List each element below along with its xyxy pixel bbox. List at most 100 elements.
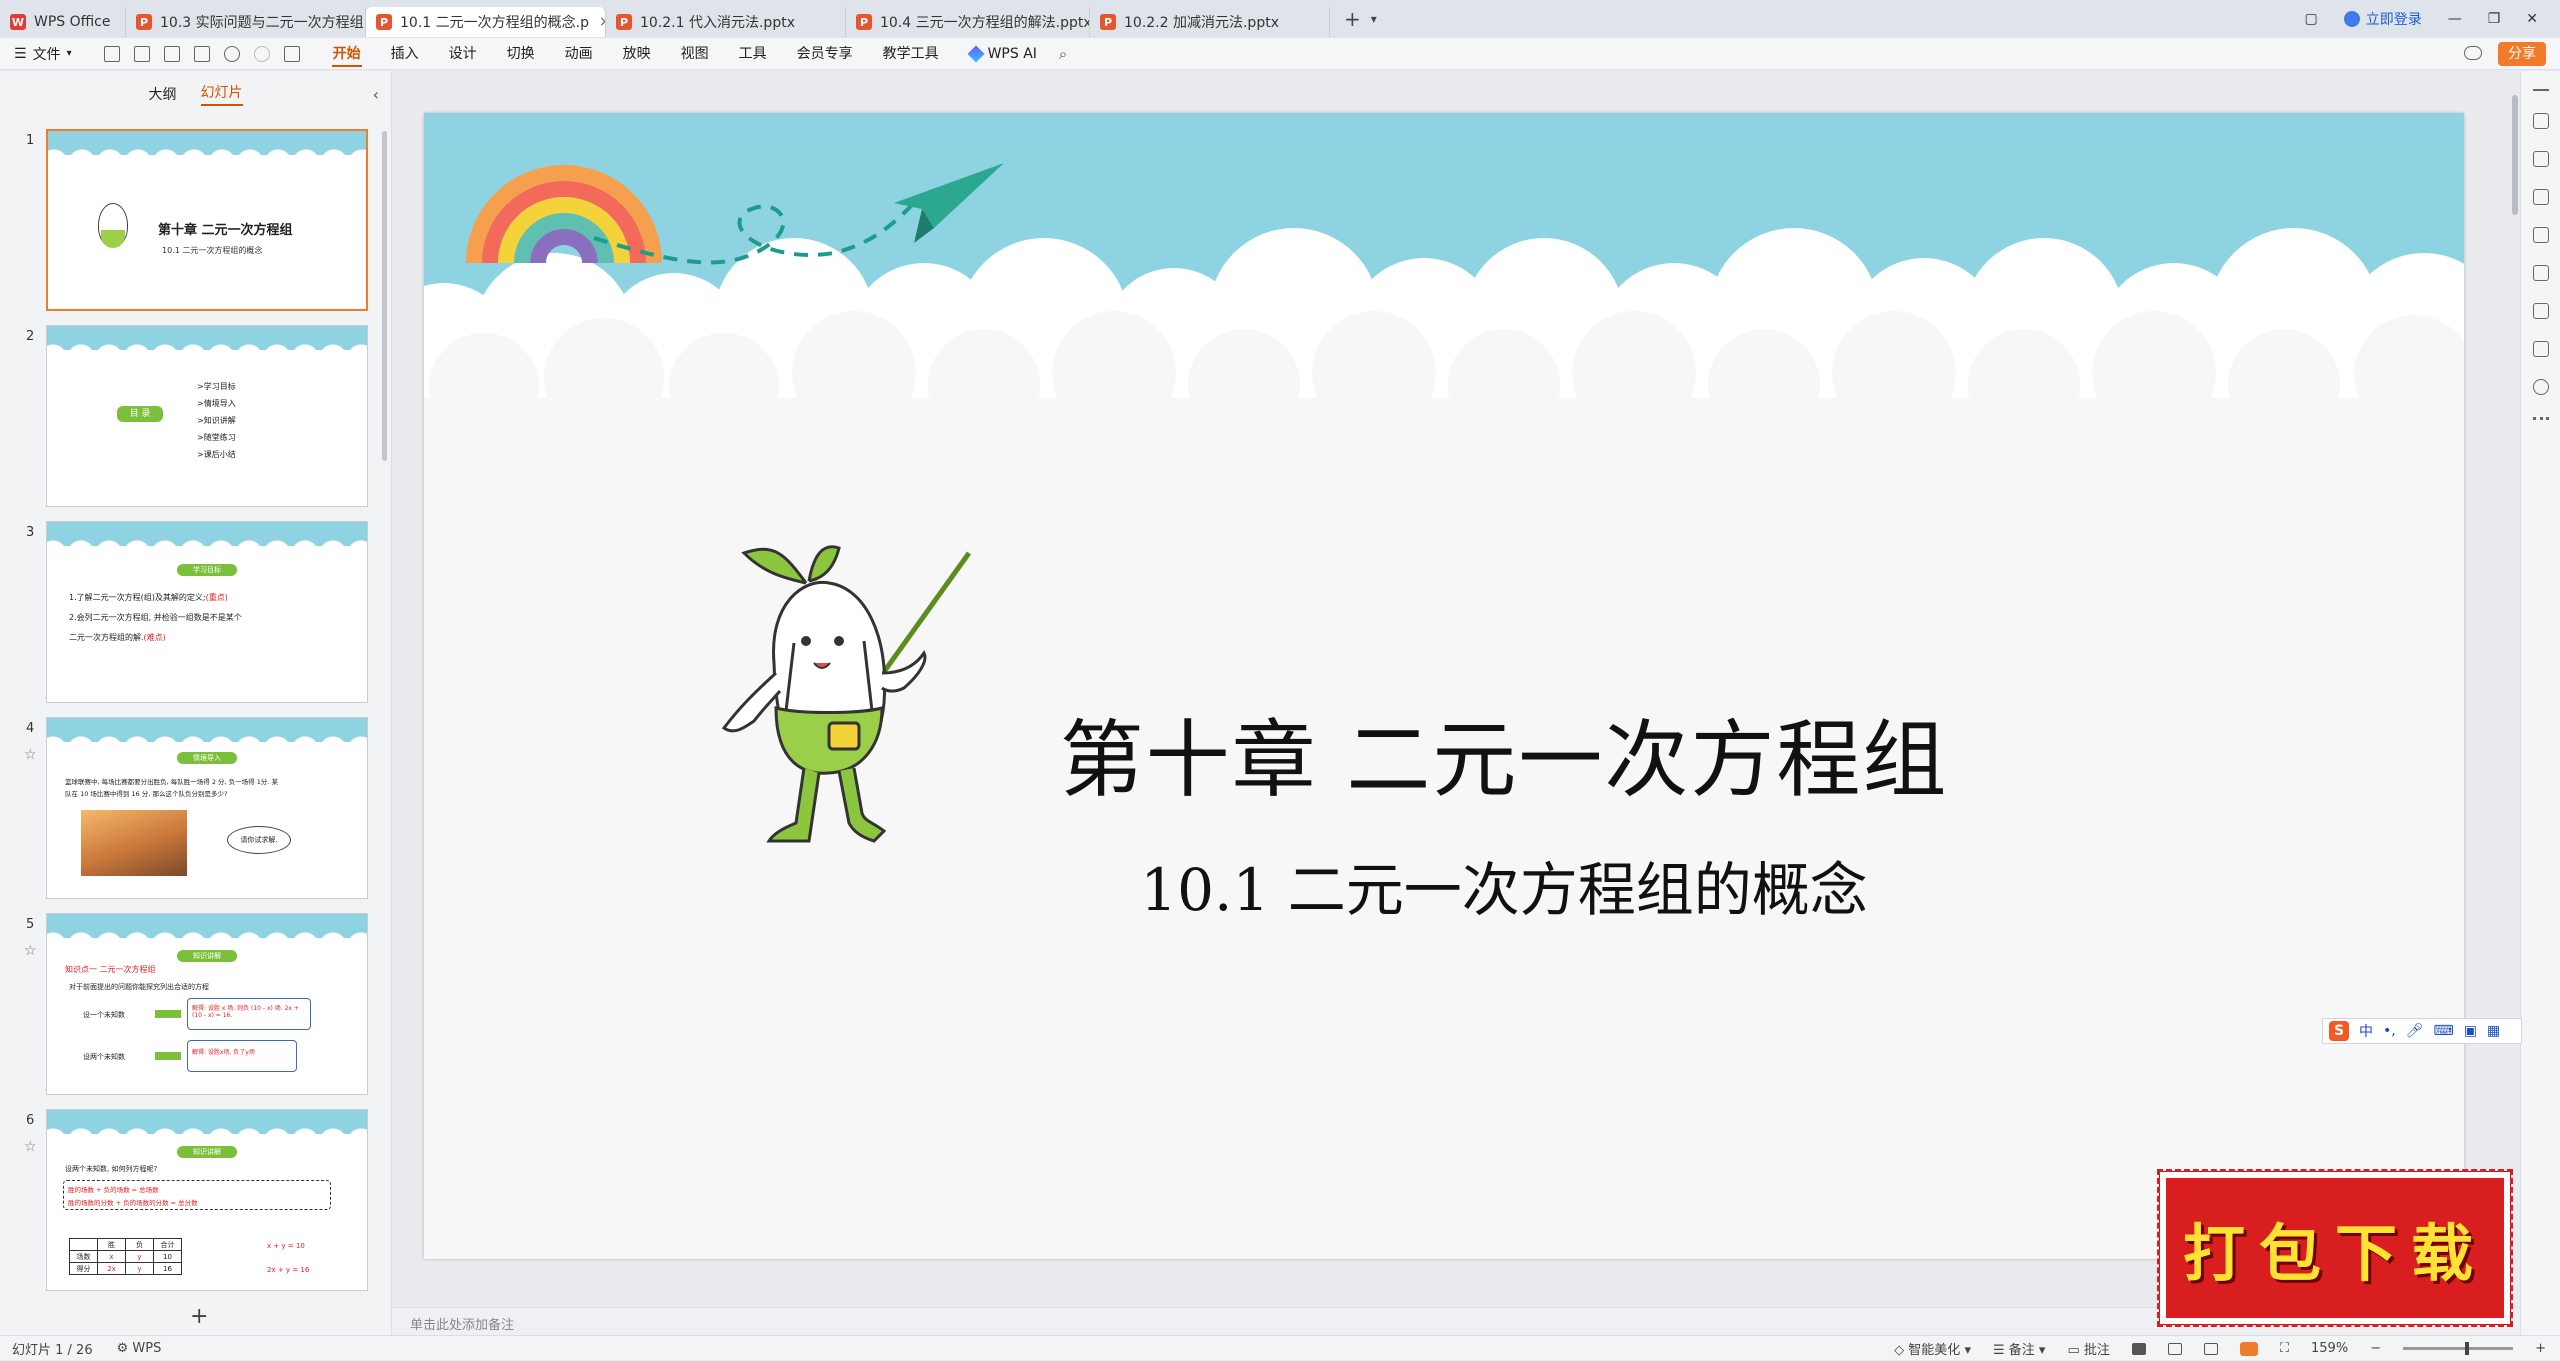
minimize-icon[interactable]: — (2448, 11, 2462, 27)
menu-insert[interactable]: 插入 (376, 38, 434, 70)
wps-ai-button[interactable]: WPS AI (954, 45, 1053, 62)
tab-document[interactable]: P 10.3 实际问题与二元一次方程组 (126, 7, 366, 37)
notes-toggle[interactable]: ☰ 备注 ▾ (1993, 1339, 2045, 1358)
slide-thumbnail-row[interactable]: 4 ☆ 情境导入 篮球联赛中, 每场比赛都要分出胜负, 每队胜一场得 2 分, … (0, 717, 392, 913)
menu-transition[interactable]: 切换 (492, 38, 550, 70)
normal-view-icon[interactable] (2131, 1342, 2146, 1355)
export-icon[interactable] (133, 45, 150, 62)
comment-button[interactable]: ▭ 批注 (2067, 1339, 2109, 1358)
search-icon[interactable]: ⌕ (1053, 45, 1067, 63)
punctuation-icon[interactable]: •, (2383, 1023, 2396, 1039)
panel-icon[interactable] (2532, 303, 2549, 319)
zoom-out-icon[interactable]: − (2370, 1341, 2381, 1356)
tab-wps-office[interactable]: W WPS Office (0, 7, 126, 37)
slide-thumbnail-row[interactable]: 1 第十章 二元一次方程组 10.1 二元一次方程组的概念 (0, 129, 392, 325)
copy-icon[interactable] (2532, 189, 2549, 205)
share-button[interactable]: 分享 (2498, 42, 2546, 66)
ime-language[interactable]: 中 (2359, 1021, 2373, 1041)
apps-icon[interactable]: ▦ (2487, 1023, 2500, 1039)
slide-thumbnail[interactable]: 知识讲解 知识点一 二元一次方程组 对于前面提出的问题你能探究列出合适的方程 设… (46, 913, 368, 1095)
magic-icon[interactable] (2532, 265, 2549, 281)
beautify-button[interactable]: ◇ 智能美化 ▾ (1894, 1339, 1971, 1358)
slide-thumbnail[interactable]: 知识讲解 设两个未知数, 如何列方程呢? 胜的场数 + 负的场数 = 总场数 胜… (46, 1109, 368, 1291)
skin-icon[interactable]: ▣ (2464, 1023, 2477, 1039)
slide-thumbnail[interactable]: 情境导入 篮球联赛中, 每场比赛都要分出胜负, 每队胜一场得 2 分, 负一场得… (46, 717, 368, 899)
menu-animation[interactable]: 动画 (550, 38, 608, 70)
close-icon[interactable]: × (599, 14, 605, 30)
cloud-icon[interactable] (2464, 46, 2482, 60)
play-slideshow-icon[interactable] (2239, 1341, 2258, 1356)
star-icon[interactable]: ☆ (24, 1139, 37, 1155)
login-button[interactable]: 立即登录 (2343, 9, 2422, 29)
menu-tools[interactable]: 工具 (724, 38, 782, 70)
toc-badge: 目 录 (117, 406, 163, 422)
help-icon[interactable] (2532, 379, 2549, 395)
slide-subtitle[interactable]: 10.1 二元一次方程组的概念 (784, 843, 2224, 927)
tab-slides[interactable]: 幻灯片 (200, 82, 243, 106)
edit-icon[interactable] (2532, 227, 2549, 243)
ime-toolbar[interactable]: S 中 •, 🎤︎ ⌨︎ ▣ ▦ (2322, 1018, 2522, 1044)
zoom-level[interactable]: 159% (2311, 1341, 2348, 1356)
more-icon[interactable] (2532, 417, 2549, 420)
zoom-slider[interactable] (2403, 1342, 2514, 1355)
document-icon[interactable] (2532, 341, 2549, 357)
slide-thumbnail-row[interactable]: 3 学习目标 1.了解二元一次方程(组)及其解的定义;(重点) 2.会列二元一次… (0, 521, 392, 717)
close-window-icon[interactable]: ✕ (2526, 11, 2538, 27)
file-menu[interactable]: ☰ 文件 ▾ (0, 44, 86, 64)
format-painter-icon[interactable] (283, 45, 300, 62)
slide-thumbnail[interactable]: 第十章 二元一次方程组 10.1 二元一次方程组的概念 (46, 129, 368, 311)
slide-title[interactable]: 第十章 二元一次方程组 (784, 693, 2224, 814)
fit-window-icon[interactable]: ⛶ (2280, 1341, 2289, 1356)
slide-thumbnail-row[interactable]: 2 目 录 >学习目标 >情境导入 >知识讲解 >随堂练习 >课后小结 (0, 325, 392, 521)
thumb-subtitle: 10.1 二元一次方程组的概念 (162, 246, 263, 255)
print-icon[interactable] (163, 45, 180, 62)
toc-item: >课后小结 (197, 450, 236, 459)
menu-teaching-tools[interactable]: 教学工具 (868, 38, 954, 70)
window-icon[interactable]: ▢ (2304, 11, 2317, 27)
microphone-icon[interactable]: 🎤︎ (2406, 1023, 2424, 1039)
collapse-panel-icon[interactable]: ‹ (373, 85, 379, 104)
add-slide-button[interactable]: + (190, 1304, 208, 1329)
menu-member[interactable]: 会员专享 (782, 38, 868, 70)
tab-document[interactable]: P 10.4 三元一次方程组的解法.pptx × (846, 7, 1090, 37)
chevron-down-icon[interactable]: ▾ (1371, 12, 1377, 26)
zoom-in-icon[interactable]: + (2535, 1341, 2546, 1356)
tab-outline[interactable]: 大纲 (149, 84, 177, 104)
tab-document-active[interactable]: P 10.1 二元一次方程组的概念.p × (366, 7, 606, 37)
minus-icon[interactable] (2532, 89, 2549, 91)
save-icon[interactable] (103, 45, 120, 62)
sorter-view-icon[interactable] (2167, 1342, 2182, 1355)
menu-design[interactable]: 设计 (434, 38, 492, 70)
star-icon[interactable]: ☆ (24, 747, 37, 763)
tab-document[interactable]: P 10.2.2 加减消元法.pptx (1090, 7, 1330, 37)
toc-item: >学习目标 (197, 382, 236, 391)
undo-icon[interactable] (223, 45, 240, 62)
keyboard-icon[interactable]: ⌨︎ (2434, 1023, 2454, 1039)
menu-home[interactable]: 开始 (318, 38, 376, 70)
current-slide[interactable]: 第十章 二元一次方程组 10.1 二元一次方程组的概念 (424, 113, 2464, 1259)
chevron-down-icon: ▾ (66, 48, 72, 59)
download-badge[interactable]: 打包下载 (2157, 1169, 2513, 1327)
app-indicator[interactable]: ⚙ WPS (117, 1341, 162, 1356)
redo-icon[interactable] (253, 45, 270, 62)
canvas-scrollbar[interactable] (2510, 81, 2520, 1301)
menu-slideshow[interactable]: 放映 (608, 38, 666, 70)
settings-icon[interactable] (2532, 113, 2549, 129)
thumb-text-line: 设一个未知数 (83, 1011, 125, 1019)
thumb-text-line: 2.会列二元一次方程组, 并检验一组数是不是某个 (69, 613, 242, 622)
quick-access-toolbar (86, 45, 318, 62)
slide-thumbnail[interactable]: 目 录 >学习目标 >情境导入 >知识讲解 >随堂练习 >课后小结 (46, 325, 368, 507)
slide-thumbnail-row[interactable]: 5 ☆ 知识讲解 知识点一 二元一次方程组 对于前面提出的问题你能探究列出合适的… (0, 913, 392, 1109)
reading-view-icon[interactable] (2203, 1342, 2218, 1355)
restore-icon[interactable]: ❐ (2488, 11, 2501, 27)
new-tab-icon[interactable]: + (1344, 7, 1361, 31)
slide-thumbnail-row[interactable]: 6 ☆ 知识讲解 设两个未知数, 如何列方程呢? 胜的场数 + 负的场数 = 总… (0, 1109, 392, 1305)
star-icon[interactable] (2532, 151, 2549, 167)
preview-icon[interactable] (193, 45, 210, 62)
scroll-thumb[interactable] (2512, 95, 2518, 215)
star-icon[interactable]: ☆ (24, 943, 37, 959)
tab-document[interactable]: P 10.2.1 代入消元法.pptx (606, 7, 846, 37)
slide-thumbnail[interactable]: 学习目标 1.了解二元一次方程(组)及其解的定义;(重点) 2.会列二元一次方程… (46, 521, 368, 703)
toc-list: >学习目标 >情境导入 >知识讲解 >随堂练习 >课后小结 (197, 378, 236, 463)
menu-view[interactable]: 视图 (666, 38, 724, 70)
